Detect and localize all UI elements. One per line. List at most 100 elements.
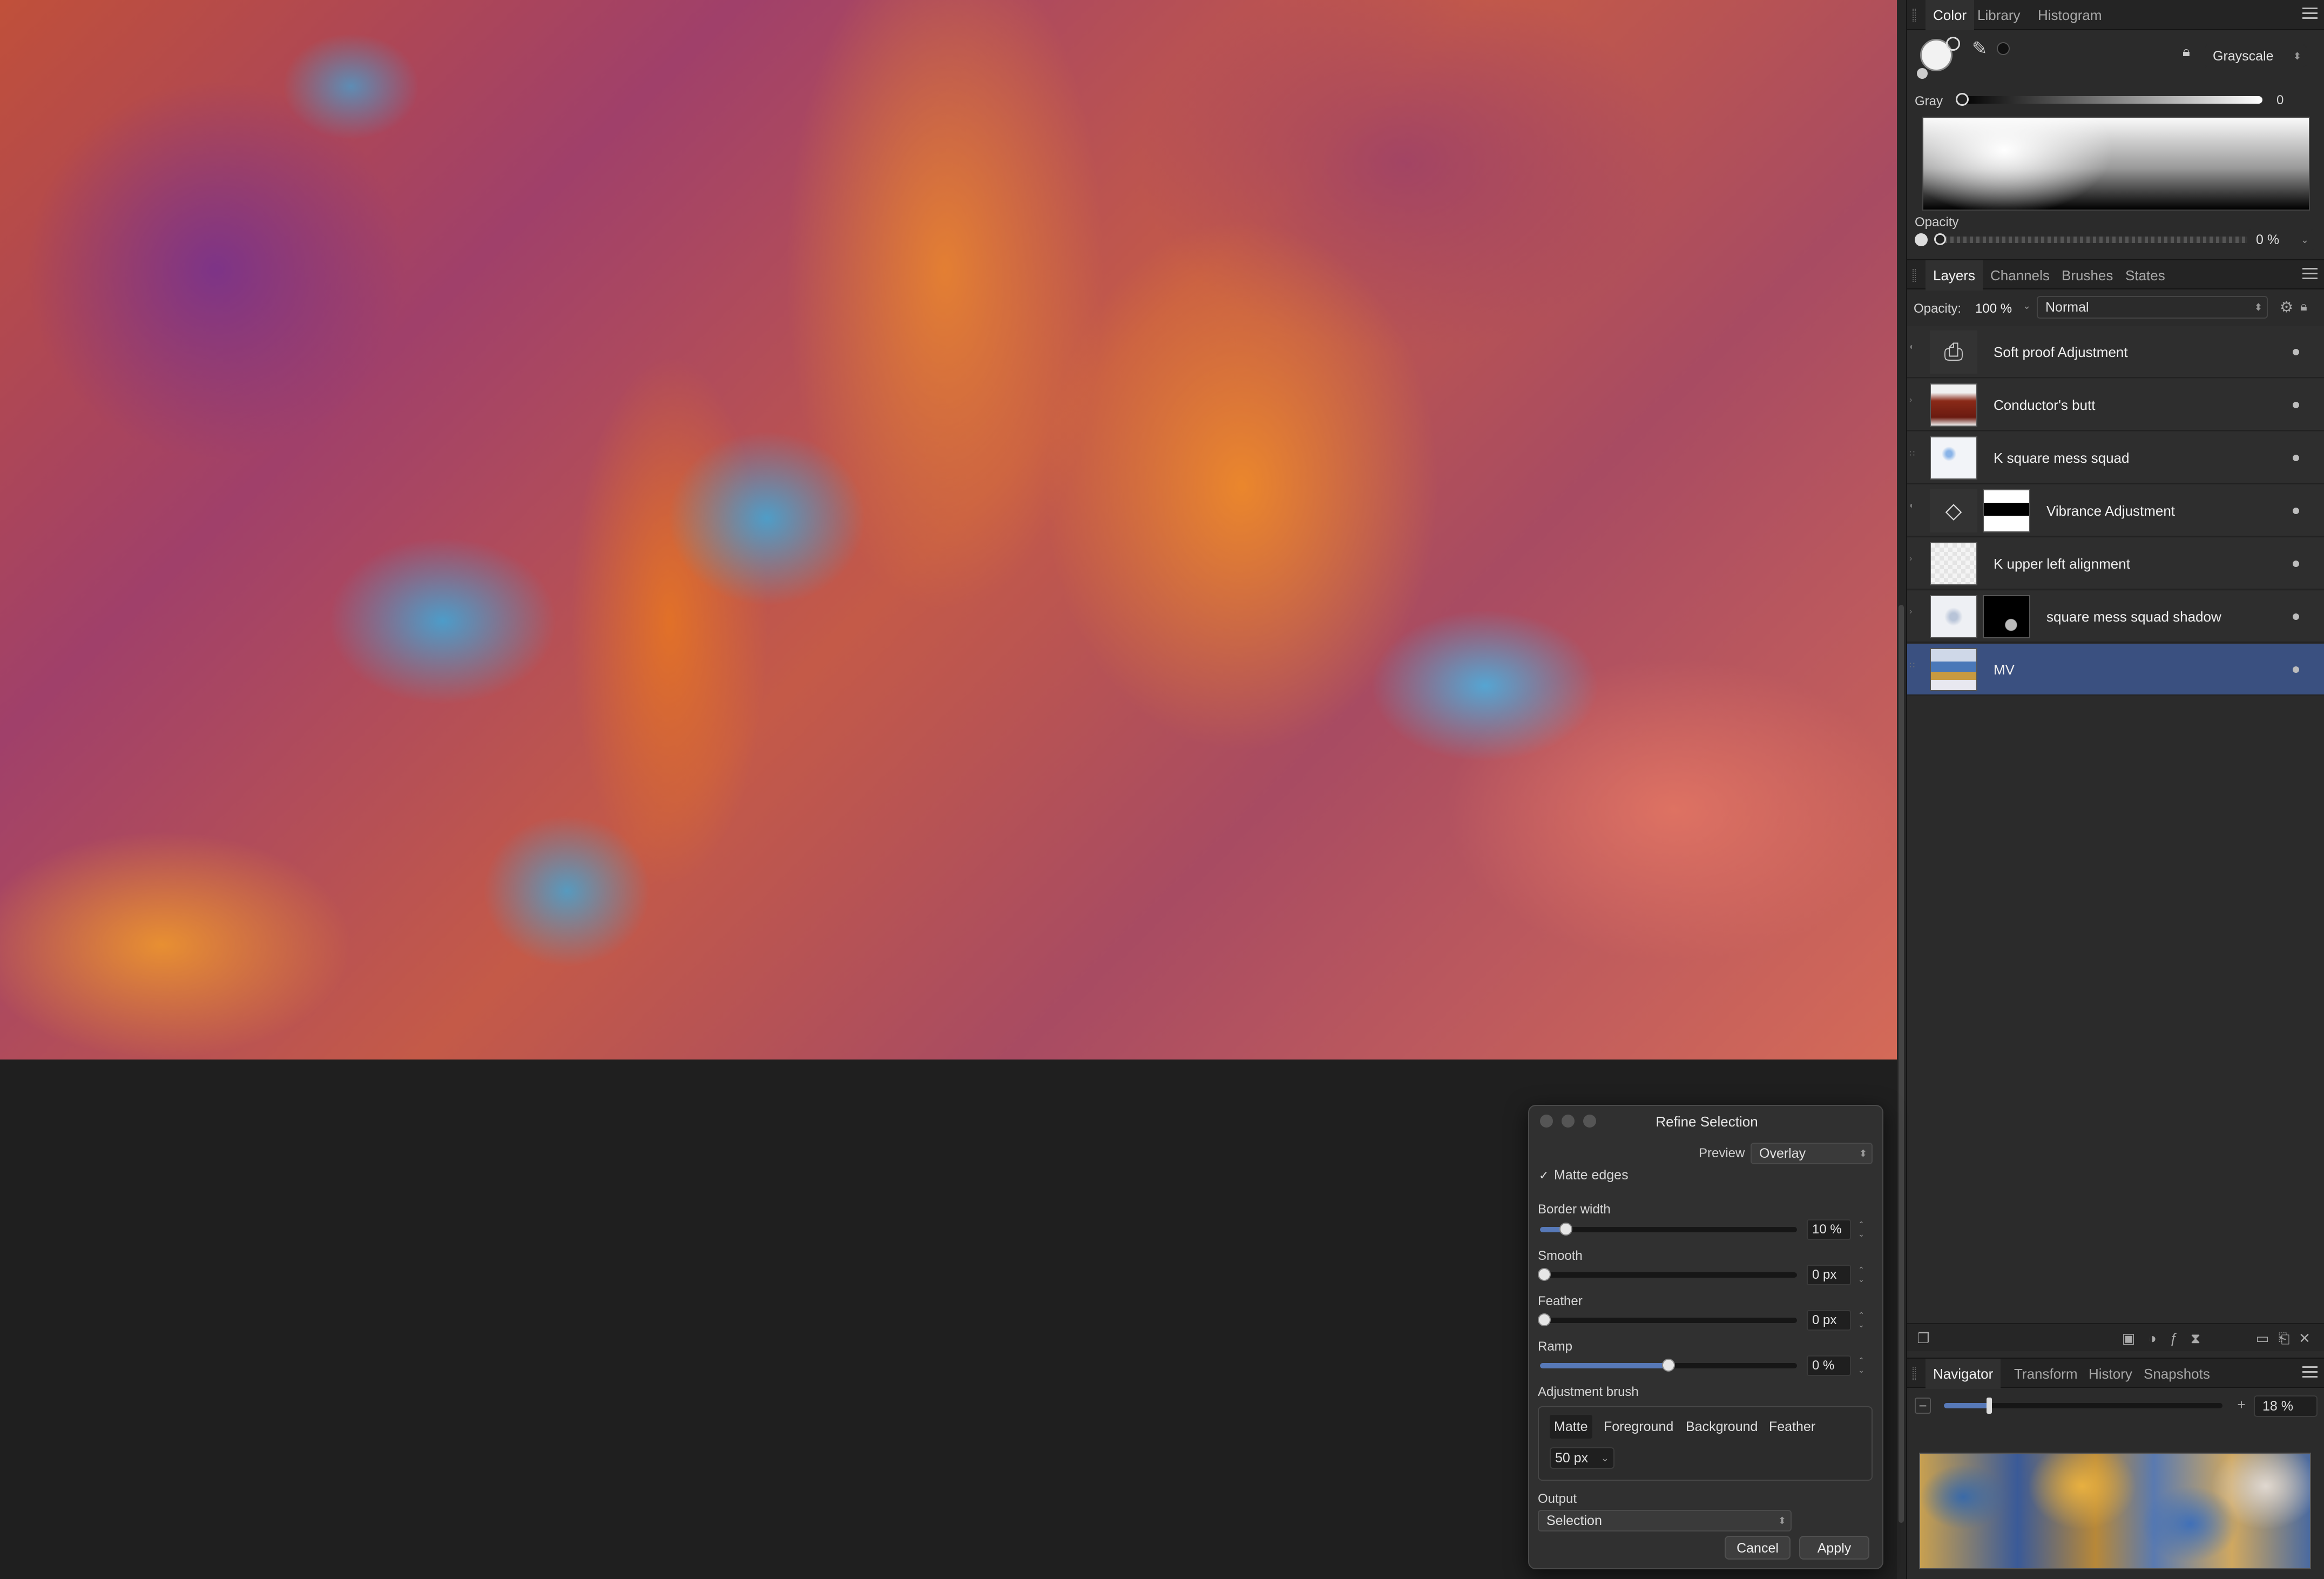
expand-chevron-icon[interactable]: › xyxy=(1909,607,1912,617)
layer-row[interactable]: ◐ ⎙ Soft proof Adjustment xyxy=(1907,326,2324,378)
tab-channels[interactable]: Channels xyxy=(1983,260,2057,291)
layer-visibility-dot[interactable] xyxy=(2293,349,2299,355)
preview-select[interactable]: Overlay ⬍ xyxy=(1751,1143,1873,1164)
tab-brushes[interactable]: Brushes xyxy=(2054,260,2120,291)
stroke-color-swatch[interactable] xyxy=(1946,37,1960,51)
layer-row[interactable]: ∷ K square mess squad xyxy=(1907,432,2324,484)
hourglass-icon[interactable]: ⧗ xyxy=(2186,1328,2205,1348)
feather-knob[interactable] xyxy=(1538,1313,1551,1326)
matte-edges-label[interactable]: Matte edges xyxy=(1554,1168,1629,1183)
duplicate-layer-icon[interactable]: ⎗ xyxy=(2274,1328,2294,1348)
navigator-view-rect[interactable] xyxy=(1927,1458,2035,1566)
zoom-in-icon[interactable]: + xyxy=(2233,1398,2249,1414)
tab-snapshots[interactable]: Snapshots xyxy=(2136,1359,2218,1389)
layer-link-icon[interactable]: ∷ xyxy=(1909,660,1915,671)
panel-grip[interactable] xyxy=(1913,1367,1916,1380)
tab-transform[interactable]: Transform xyxy=(2007,1359,2085,1389)
panel-grip[interactable] xyxy=(1913,9,1916,22)
smooth-knob[interactable] xyxy=(1538,1268,1551,1281)
navigator-preview[interactable] xyxy=(1919,1453,2311,1569)
tab-layers[interactable]: Layers xyxy=(1926,260,1983,291)
opacity-slider-knob[interactable] xyxy=(1934,233,1946,245)
ramp-knob[interactable] xyxy=(1662,1359,1675,1372)
checkmark-icon[interactable]: ✓ xyxy=(1539,1169,1549,1183)
adjustment-layer-icon[interactable]: ◑ xyxy=(2143,1328,2162,1348)
layer-options-icon[interactable]: ❐ xyxy=(1914,1328,1933,1348)
tab-states[interactable]: States xyxy=(2118,260,2173,291)
smooth-stepper[interactable]: ⌃ ⌄ xyxy=(1856,1265,1866,1285)
zoom-field[interactable]: 18 % xyxy=(2254,1395,2318,1417)
expand-chevron-icon[interactable]: › xyxy=(1909,554,1912,564)
feather-slider[interactable] xyxy=(1538,1313,1797,1326)
artwork-image[interactable] xyxy=(0,0,1897,1060)
border-width-stepper[interactable]: ⌃ ⌄ xyxy=(1856,1219,1866,1240)
layer-visibility-dot[interactable] xyxy=(2293,561,2299,567)
cancel-button[interactable]: Cancel xyxy=(1725,1536,1791,1560)
lock-icon[interactable]: 🔒︎ xyxy=(2183,43,2190,60)
layer-row[interactable]: ◐ ◇ Vibrance Adjustment xyxy=(1907,485,2324,537)
zoom-slider-knob[interactable] xyxy=(1987,1398,1992,1414)
apply-button[interactable]: Apply xyxy=(1799,1536,1869,1560)
smooth-field[interactable]: 0 px xyxy=(1807,1265,1851,1285)
brush-mode-foreground[interactable]: Foreground xyxy=(1599,1415,1678,1439)
color-mode-select[interactable]: Grayscale ⬍ xyxy=(2204,44,2307,68)
tab-history[interactable]: History xyxy=(2081,1359,2140,1389)
layer-visibility-dot[interactable] xyxy=(2293,402,2299,408)
layer-row[interactable]: › Conductor's butt xyxy=(1907,379,2324,431)
layer-row[interactable]: › K upper left alignment xyxy=(1907,538,2324,590)
scrollbar-thumb[interactable] xyxy=(1899,605,1904,1523)
gear-icon[interactable]: ⚙ xyxy=(2280,298,2293,316)
gray-slider[interactable] xyxy=(1956,93,2262,106)
ramp-slider[interactable] xyxy=(1540,1359,1797,1372)
tab-histogram[interactable]: Histogram xyxy=(2030,0,2109,30)
layer-row-selected[interactable]: ∷ MV xyxy=(1907,644,2324,696)
canvas-scrollbar[interactable] xyxy=(1897,0,1906,1579)
brush-mode-background[interactable]: Background xyxy=(1681,1415,1762,1439)
opacity-slider[interactable] xyxy=(1934,233,2249,245)
layer-visibility-dot[interactable] xyxy=(2293,613,2299,620)
layer-visibility-dot[interactable] xyxy=(2293,508,2299,514)
layer-link-icon[interactable]: ∷ xyxy=(1909,448,1915,459)
gray-slider-knob[interactable] xyxy=(1956,93,1969,106)
brush-size-field[interactable]: 50 px ⌄ xyxy=(1550,1447,1614,1469)
border-width-knob[interactable] xyxy=(1559,1223,1572,1236)
layer-opacity-value[interactable]: 100 % xyxy=(1975,301,2012,316)
chevron-down-icon[interactable]: ⌄ xyxy=(2023,300,2031,312)
opacity-field[interactable]: 0 % ⌄ xyxy=(2247,229,2314,251)
layer-visibility-dot[interactable] xyxy=(2293,666,2299,673)
feather-stepper[interactable]: ⌃ ⌄ xyxy=(1856,1310,1866,1331)
output-select[interactable]: Selection ⬍ xyxy=(1538,1510,1792,1531)
expand-chevron-icon[interactable]: › xyxy=(1909,395,1912,405)
tab-color[interactable]: Color xyxy=(1926,0,1975,30)
trash-icon[interactable]: ✕ xyxy=(2295,1328,2314,1348)
live-filter-icon[interactable]: ƒ xyxy=(2164,1328,2184,1348)
mask-layer-icon[interactable]: ▣ xyxy=(2119,1328,2138,1348)
visibility-toggle-icon[interactable]: ◐ xyxy=(1909,501,1915,511)
brush-mode-matte[interactable]: Matte xyxy=(1550,1415,1592,1439)
folder-icon[interactable]: ▭ xyxy=(2253,1328,2272,1348)
smooth-slider[interactable] xyxy=(1538,1268,1797,1281)
eyedropper-icon[interactable]: ✎ xyxy=(1972,38,1988,59)
lock-icon[interactable]: 🔒︎ xyxy=(2300,299,2307,314)
swap-colors-icon[interactable] xyxy=(1917,68,1928,79)
brush-mode-feather[interactable]: Feather xyxy=(1765,1415,1820,1439)
panel-grip[interactable] xyxy=(1913,269,1916,282)
ramp-stepper[interactable]: ⌃ ⌄ xyxy=(1856,1355,1866,1376)
panel-menu-icon[interactable] xyxy=(2302,8,2318,21)
border-width-slider[interactable] xyxy=(1540,1223,1797,1236)
panel-menu-icon[interactable] xyxy=(2302,1366,2318,1379)
tab-navigator[interactable]: Navigator xyxy=(1926,1359,2001,1389)
blend-mode-select[interactable]: Normal ⬍ xyxy=(2037,296,2268,319)
layer-visibility-dot[interactable] xyxy=(2293,455,2299,461)
layer-row[interactable]: › square mess squad shadow xyxy=(1907,591,2324,643)
feather-field[interactable]: 0 px xyxy=(1807,1310,1851,1331)
ramp-field[interactable]: 0 % xyxy=(1807,1355,1851,1376)
black-swatch[interactable] xyxy=(1997,42,2010,55)
gray-spectrum-box[interactable] xyxy=(1922,117,2310,211)
border-width-field[interactable]: 10 % xyxy=(1807,1219,1851,1240)
zoom-out-icon[interactable]: − xyxy=(1915,1398,1931,1414)
zoom-slider[interactable] xyxy=(1944,1398,2222,1414)
panel-menu-icon[interactable] xyxy=(2302,268,2318,281)
tab-library[interactable]: Library xyxy=(1970,0,2028,30)
visibility-toggle-icon[interactable]: ◐ xyxy=(1909,342,1915,352)
